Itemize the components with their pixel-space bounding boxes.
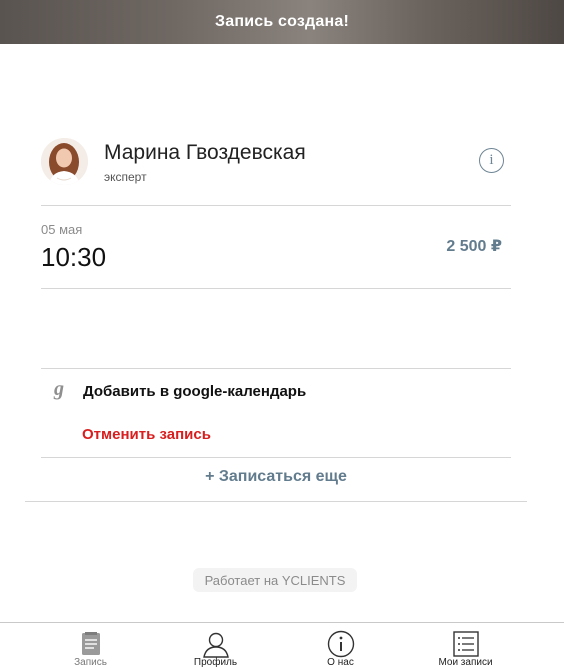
cancel-booking-button[interactable]: Отменить запись [82, 426, 211, 443]
banner-title: Запись создана! [215, 13, 349, 30]
tab-my-bookings[interactable]: Мои записи [395, 623, 536, 670]
google-icon: g [54, 378, 64, 400]
divider [41, 288, 511, 289]
master-role: эксперт [104, 170, 147, 184]
info-icon[interactable]: i [479, 148, 504, 173]
divider [41, 205, 511, 206]
master-card: Марина Гвоздевская эксперт i [41, 138, 511, 186]
tab-about-label: О нас [327, 657, 354, 668]
tab-profile-label: Профиль [193, 657, 238, 668]
divider [25, 501, 527, 502]
divider [41, 457, 511, 458]
bottom-tab-bar: Запись Профиль О нас Мои записи [0, 622, 564, 670]
tab-booking-label: Запись [74, 657, 107, 668]
appointment-time: 10:30 [41, 242, 107, 272]
tab-about[interactable]: О нас [270, 623, 411, 670]
info-icon [327, 630, 354, 658]
booking-icon [81, 632, 100, 655]
divider [41, 368, 511, 369]
appointment-date: 05 мая [41, 222, 83, 237]
tab-booking[interactable]: Запись [20, 623, 161, 670]
add-to-google-calendar-label: Добавить в google-календарь [83, 383, 307, 400]
book-again-button[interactable]: + Записаться еще [41, 468, 511, 486]
profile-icon [202, 632, 229, 658]
tab-profile[interactable]: Профиль [145, 623, 286, 670]
powered-by-badge[interactable]: Работает на YCLIENTS [193, 568, 357, 592]
list-icon [452, 631, 479, 657]
avatar [41, 138, 88, 185]
appointment-price: 2 500 ₽ [446, 238, 502, 255]
success-banner: Запись создана! [0, 0, 564, 44]
tab-my-bookings-label: Мои записи [438, 657, 493, 668]
add-to-google-calendar-button[interactable]: g Добавить в google-календарь [41, 370, 511, 414]
master-name: Марина Гвоздевская [104, 141, 306, 164]
